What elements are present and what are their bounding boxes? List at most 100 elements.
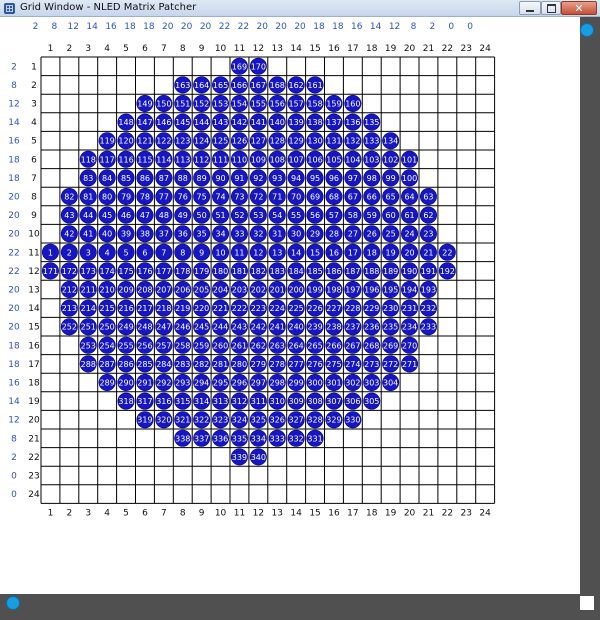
led-channel-number: 291	[137, 379, 152, 388]
column-label-bottom: 23	[461, 508, 472, 518]
vertical-scrollbar[interactable]	[580, 17, 600, 620]
led-channel-number: 35	[197, 230, 207, 239]
led-channel-number: 105	[326, 155, 341, 164]
title-bar[interactable]: Grid Window - NLED Matrix Patcher ✕	[0, 0, 600, 17]
row-label: 4	[31, 118, 37, 128]
led-channel-number: 99	[386, 174, 396, 183]
led-channel-number: 340	[251, 453, 266, 462]
column-count-label: 12	[68, 22, 79, 32]
led-channel-number: 204	[213, 286, 228, 295]
led-channel-number: 146	[156, 118, 171, 127]
led-channel-number: 122	[156, 137, 171, 146]
led-channel-number: 51	[215, 211, 225, 220]
led-channel-number: 250	[100, 323, 115, 332]
column-label-top: 10	[215, 44, 227, 54]
led-channel-number: 249	[118, 323, 133, 332]
led-channel-number: 1	[48, 248, 53, 257]
led-channel-number: 33	[234, 230, 244, 239]
led-channel-number: 237	[345, 323, 360, 332]
led-channel-number: 46	[121, 211, 131, 220]
led-channel-number: 197	[345, 286, 360, 295]
led-channel-number: 136	[345, 118, 360, 127]
led-channel-number: 284	[156, 360, 171, 369]
led-channel-number: 309	[289, 397, 304, 406]
column-label-bottom: 10	[215, 508, 227, 518]
led-channel-number: 56	[310, 211, 320, 220]
led-channel-number: 231	[402, 304, 417, 313]
column-count-label: 0	[467, 22, 473, 32]
column-label-bottom: 16	[328, 508, 340, 518]
led-channel-number: 337	[194, 434, 209, 443]
led-channel-number: 165	[213, 81, 228, 90]
led-channel-number: 184	[289, 267, 304, 276]
column-label-bottom: 6	[142, 508, 148, 518]
maximize-button[interactable]	[541, 1, 561, 15]
led-channel-number: 43	[64, 211, 74, 220]
led-channel-number: 330	[345, 416, 360, 425]
led-channel-number: 318	[118, 397, 133, 406]
column-count-label: 16	[351, 22, 363, 32]
led-channel-number: 240	[289, 323, 304, 332]
led-channel-number: 327	[289, 416, 304, 425]
led-channel-number: 21	[423, 248, 433, 257]
vertical-scroll-thumb[interactable]	[580, 23, 594, 37]
row-label: 18	[28, 379, 40, 389]
led-channel-number: 283	[175, 360, 190, 369]
column-label-top: 24	[479, 44, 491, 54]
horizontal-scroll-thumb[interactable]	[6, 596, 20, 610]
led-channel-number: 83	[83, 174, 93, 183]
led-channel-number: 227	[326, 304, 341, 313]
led-channel-number: 45	[102, 211, 112, 220]
led-channel-number: 142	[232, 118, 247, 127]
led-channel-number: 148	[118, 118, 133, 127]
led-channel-number: 76	[178, 193, 188, 202]
led-channel-number: 149	[137, 100, 152, 109]
led-channel-number: 70	[291, 193, 301, 202]
row-label: 11	[28, 248, 39, 258]
led-channel-number: 112	[194, 155, 209, 164]
led-channel-number: 196	[364, 286, 379, 295]
led-channel-number: 80	[102, 193, 112, 202]
led-channel-number: 114	[156, 155, 171, 164]
horizontal-scrollbar[interactable]	[0, 594, 580, 620]
patch-grid[interactable]: 2 8 12 14 16 18 18 20 20 20 22 22 20 20 20 18 18 16 14 12 8 2…	[0, 17, 580, 594]
led-channel-number: 276	[307, 360, 322, 369]
minimize-button[interactable]	[519, 1, 541, 15]
row-count-label: 0	[11, 472, 17, 482]
column-label-top: 16	[328, 44, 340, 54]
led-channel-number: 140	[270, 118, 285, 127]
led-channel-number: 236	[364, 323, 379, 332]
row-label: 14	[28, 304, 40, 314]
led-channel-number: 300	[307, 379, 322, 388]
led-channel-number: 113	[175, 155, 190, 164]
column-label-top: 1	[48, 44, 54, 54]
led-channel-number: 79	[121, 193, 131, 202]
led-channel-number: 39	[121, 230, 131, 239]
led-channel-number: 320	[156, 416, 171, 425]
column-count-label: 14	[86, 22, 98, 32]
led-channel-number: 213	[62, 304, 77, 313]
led-channel-number: 279	[251, 360, 266, 369]
led-channel-number: 69	[310, 193, 320, 202]
led-channel-number: 228	[345, 304, 360, 313]
column-label-bottom: 24	[479, 508, 491, 518]
column-label-bottom: 21	[423, 508, 434, 518]
led-channel-number: 67	[348, 193, 358, 202]
row-count-label: 14	[8, 118, 20, 128]
row-count-label: 20	[8, 230, 20, 240]
row-label: 2	[31, 81, 37, 91]
led-channel-number: 31	[272, 230, 282, 239]
column-label-bottom: 7	[161, 508, 167, 518]
column-count-label: 20	[294, 22, 306, 32]
close-button[interactable]: ✕	[561, 1, 597, 15]
led-channel-number: 59	[367, 211, 377, 220]
led-channel-number: 189	[383, 267, 398, 276]
led-channel-number: 263	[270, 341, 285, 350]
led-channel-number: 322	[194, 416, 209, 425]
column-label-bottom: 19	[385, 508, 397, 518]
led-channel-number: 5	[124, 248, 129, 257]
led-channel-number: 29	[310, 230, 320, 239]
led-channel-number: 34	[215, 230, 225, 239]
led-channel-number: 44	[83, 211, 93, 220]
led-channel-number: 183	[270, 267, 285, 276]
